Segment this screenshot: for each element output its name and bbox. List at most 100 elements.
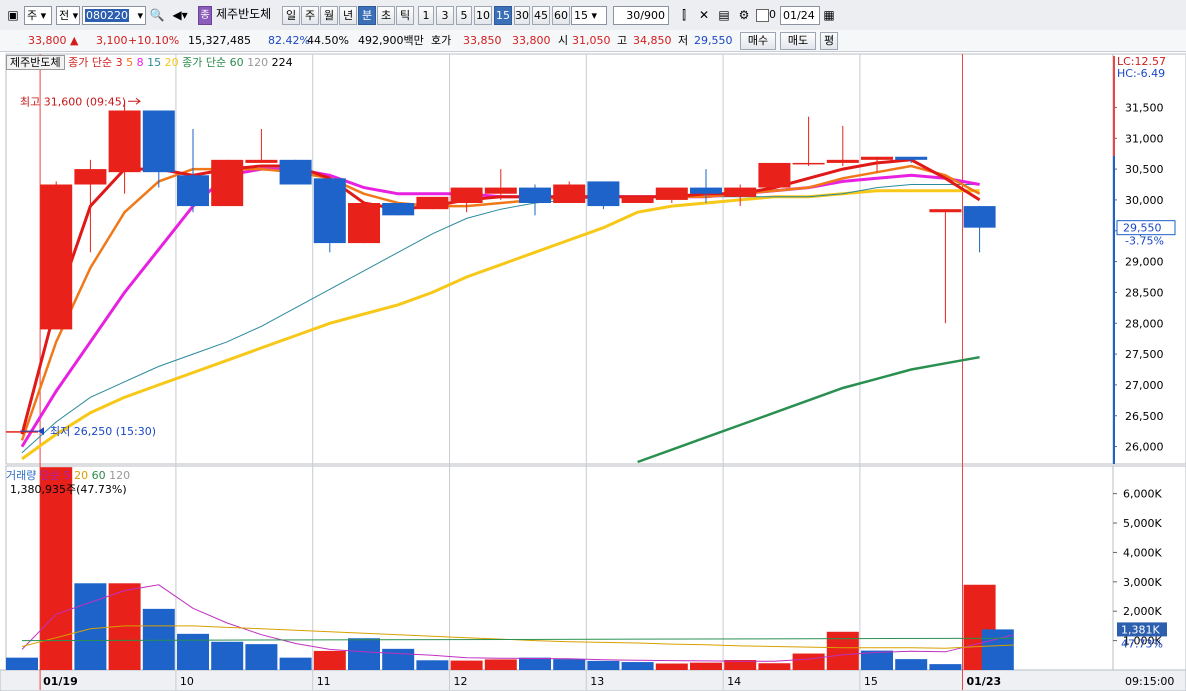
volume-bar	[313, 650, 346, 670]
volume-bar	[142, 608, 175, 670]
period-tab-3[interactable]: 년	[339, 6, 357, 25]
price-tick-label: 29,000	[1125, 256, 1164, 269]
candle-body	[177, 175, 209, 207]
count-input[interactable]: 30/900	[613, 6, 669, 25]
ma-period-8: 8	[136, 56, 144, 69]
period-tab-6[interactable]: 틱	[396, 6, 414, 25]
volume-bar	[177, 633, 209, 670]
price-tick-label: 27,000	[1125, 379, 1164, 392]
volume-bar	[758, 663, 791, 670]
volume-bar	[211, 641, 244, 670]
period-prefix-select[interactable]: 주 ▾	[24, 6, 52, 25]
hc-label: HC:-6.49	[1117, 67, 1165, 80]
ma-period-120: 120	[247, 56, 269, 69]
period-tab-2[interactable]: 월	[320, 6, 338, 25]
checkbox-label: 0	[769, 8, 776, 21]
x-axis-label: 13	[590, 675, 604, 688]
date-input[interactable]: 01/24	[780, 6, 820, 25]
interval-select[interactable]: 15 ▾	[571, 6, 607, 25]
price-tick-label: 31,000	[1125, 132, 1164, 145]
interval-tab-15[interactable]: 15	[494, 6, 512, 25]
volume-bar	[74, 583, 107, 670]
window-icon[interactable]: ▣	[4, 6, 22, 25]
volume-bar	[895, 659, 928, 670]
candle-body	[40, 184, 73, 330]
chevron-down-icon: ▾	[137, 9, 143, 22]
quote-price: 33,800 ▲	[28, 34, 79, 47]
volume-bar	[416, 660, 449, 670]
candle-body	[382, 203, 415, 216]
price-tick-label: 26,000	[1125, 441, 1164, 454]
period-prefix-label: 주	[27, 9, 38, 22]
period-tab-0[interactable]: 일	[282, 6, 300, 25]
price-tick-label: 26,500	[1125, 410, 1164, 423]
volume-info: 1,380,935주(47.73%)	[10, 483, 127, 496]
stock-chart[interactable]: 31,50031,00030,50030,00029,50029,00028,5…	[0, 52, 1186, 691]
candle-body	[826, 159, 859, 163]
interval-tab-5[interactable]: 5	[456, 6, 472, 25]
volume-tick-label: 5,000K	[1123, 517, 1162, 530]
low-label: 저	[678, 34, 689, 47]
volume-bar	[484, 659, 517, 670]
candle-body	[450, 187, 483, 203]
low-marker: 최저 26,250 (15:30)	[50, 425, 156, 438]
gear-icon[interactable]: ⚙	[735, 6, 753, 25]
candle-body	[690, 187, 722, 194]
period-tab-4[interactable]: 분	[358, 6, 376, 25]
quote-change: 3,100	[96, 34, 128, 47]
quote-open: 31,050	[572, 34, 611, 47]
buy-button[interactable]: 매수	[740, 32, 776, 50]
interval-tab-30[interactable]: 30	[514, 6, 530, 25]
volume-bar	[40, 467, 73, 670]
calendar-icon[interactable]: ▦	[820, 6, 838, 25]
candle-body	[74, 169, 107, 185]
stock-code: 080220	[85, 9, 129, 22]
period-tab-1[interactable]: 주	[301, 6, 319, 25]
x-axis-time: 09:15:00	[1125, 675, 1174, 688]
volume-tick-label: 4,000K	[1123, 546, 1162, 559]
high-marker: 최고 31,600 (09:45)	[20, 95, 126, 108]
interval-tab-10[interactable]: 10	[474, 6, 492, 25]
candle-body	[484, 187, 517, 194]
sell-button[interactable]: 매도	[780, 32, 816, 50]
candle-body	[553, 184, 586, 203]
quote-volume: 15,327,485	[188, 34, 251, 47]
interval-tab-3[interactable]: 3	[436, 6, 454, 25]
quote-bid: 33,800	[512, 34, 551, 47]
candle-body	[758, 162, 791, 188]
period-tab-5[interactable]: 초	[377, 6, 395, 25]
ma-period-20: 20	[164, 56, 179, 69]
high-label: 고	[617, 34, 628, 47]
volume-bar	[587, 660, 620, 670]
candle-body	[348, 203, 380, 244]
price-tick-label: 27,500	[1125, 348, 1164, 361]
current-volume-pct: 47.73%	[1121, 637, 1163, 650]
candle-body	[963, 206, 996, 228]
stock-name: 제주반도체	[216, 7, 272, 21]
speaker-icon[interactable]: ◀▾	[168, 6, 192, 25]
stock-name-tag: 제주반도체	[6, 55, 65, 70]
cross-icon[interactable]: ✕	[695, 6, 713, 25]
volume-bar	[621, 662, 654, 670]
current-price-label: 29,550	[1123, 222, 1162, 235]
current-change-label: -3.75%	[1125, 235, 1164, 248]
save-icon[interactable]: ▤	[715, 6, 733, 25]
volume-bar	[792, 653, 825, 670]
stock-badge: 종	[198, 6, 212, 25]
volume-bar	[826, 631, 859, 670]
x-axis-label: 15	[864, 675, 878, 688]
stock-code-input[interactable]: 080220 ▾	[82, 6, 146, 25]
search-icon[interactable]: 🔍	[148, 6, 166, 25]
prev-select[interactable]: 전 ▾	[56, 6, 80, 25]
interval-tab-1[interactable]: 1	[418, 6, 434, 25]
flat-button[interactable]: 평	[820, 32, 838, 50]
interval-tab-45[interactable]: 45	[532, 6, 550, 25]
checkbox[interactable]	[756, 9, 769, 22]
ma-period-224: 224	[271, 56, 293, 69]
candle-icon[interactable]: ⫿	[675, 6, 693, 25]
interval-tab-60[interactable]: 60	[552, 6, 570, 25]
candle-body	[724, 187, 757, 197]
price-tick-label: 31,500	[1125, 101, 1164, 114]
price-tick-label: 30,000	[1125, 194, 1164, 207]
x-axis-label: 01/19	[43, 675, 78, 688]
